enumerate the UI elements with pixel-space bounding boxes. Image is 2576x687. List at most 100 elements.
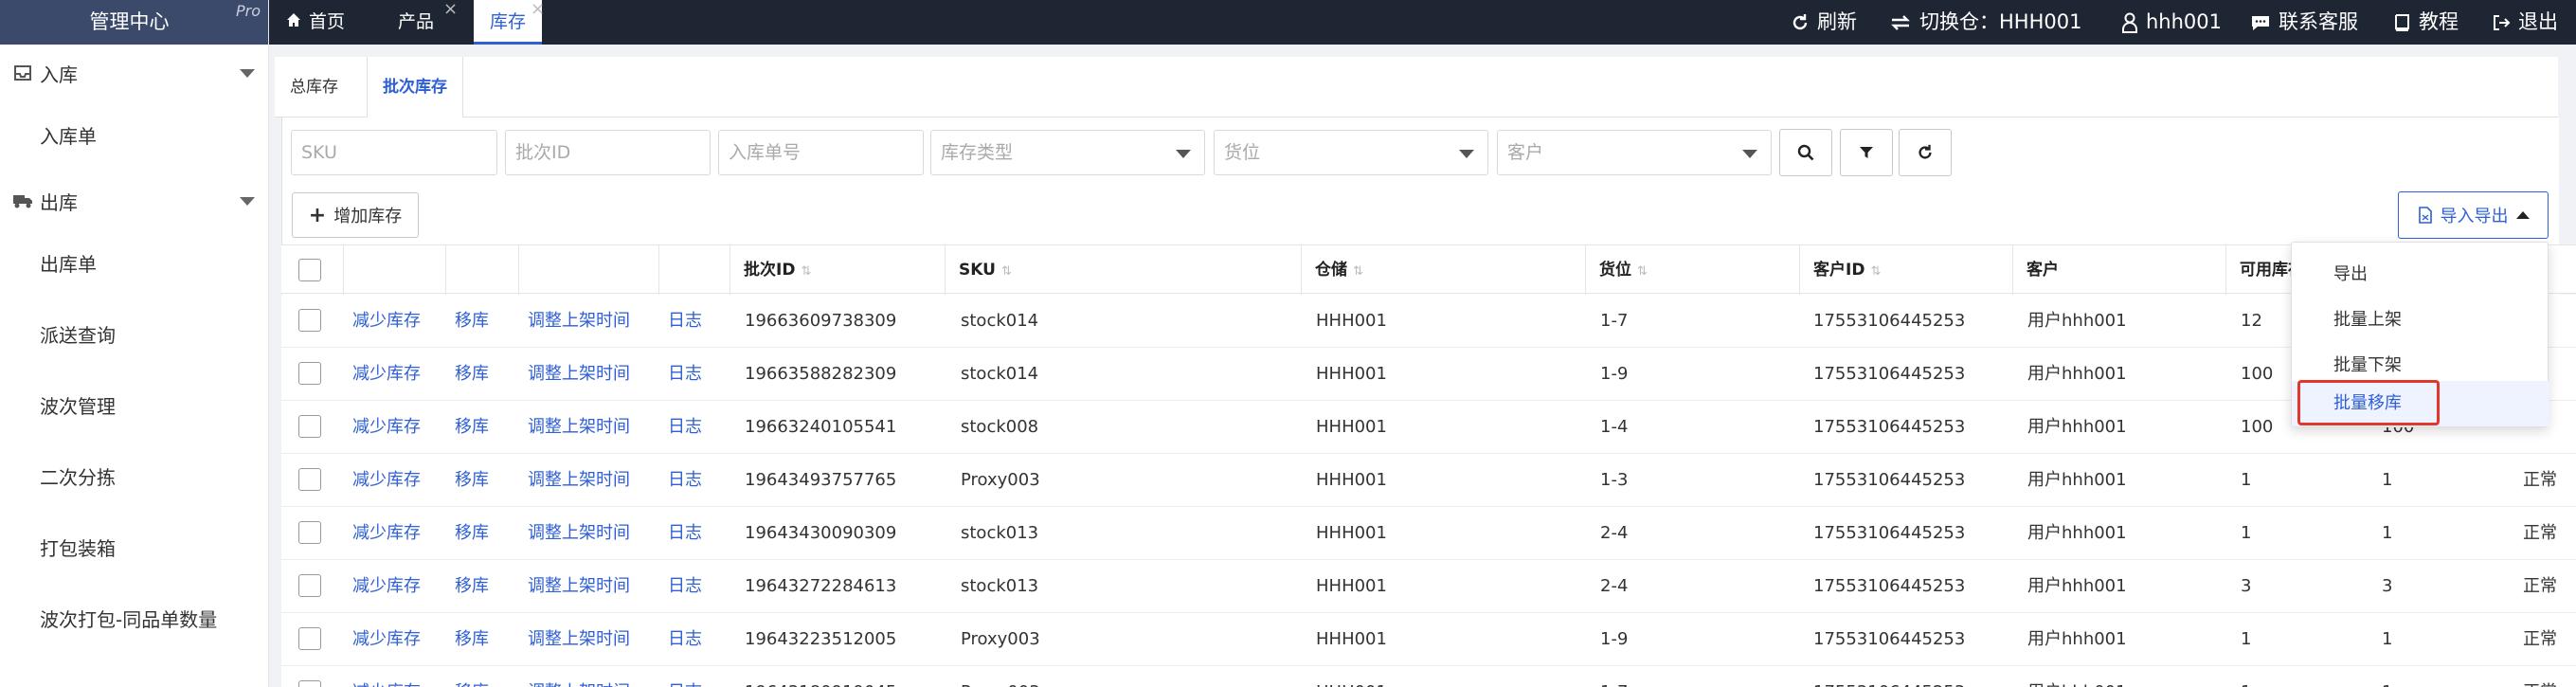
adjust-shelf-time-link[interactable]: 调整上架时间 (528, 401, 630, 454)
user-menu[interactable]: hhh001 (2121, 0, 2222, 45)
log-link[interactable]: 日志 (668, 507, 702, 560)
cell-available: 12 (2241, 311, 2262, 331)
sidebar-item-inbound-order[interactable]: 入库单 (0, 101, 268, 172)
add-inventory-label: 增加库存 (333, 207, 403, 226)
cell-batch-id: 19663609738309 (745, 311, 897, 331)
sidebar-group-inbound[interactable]: 入库 (0, 45, 268, 101)
row-checkbox[interactable] (298, 309, 321, 332)
reduce-stock-link[interactable]: 减少库存 (352, 295, 421, 348)
cell-batch-id: 19643493757765 (745, 470, 897, 490)
tab-inventory[interactable]: 库存 × (474, 0, 545, 45)
cell-location: 2-4 (1600, 576, 1629, 596)
tutorial-button[interactable]: 教程 (2392, 0, 2459, 45)
row-checkbox[interactable] (298, 415, 321, 438)
refresh-button[interactable]: 刷新 (1791, 0, 1857, 45)
adjust-shelf-time-link[interactable]: 调整上架时间 (528, 507, 630, 560)
move-stock-link[interactable]: 移库 (455, 666, 489, 687)
location-select[interactable]: 货位 (1214, 130, 1488, 175)
menu-item-export[interactable]: 导出 (2292, 252, 2549, 298)
reduce-stock-link[interactable]: 减少库存 (352, 613, 421, 666)
adjust-shelf-time-link[interactable]: 调整上架时间 (528, 295, 630, 348)
move-stock-link[interactable]: 移库 (455, 401, 489, 454)
table-row: 减少库存 移库 调整上架时间 日志 19643180919045 Proxy003 HHH0… (281, 666, 2576, 687)
log-link[interactable]: 日志 (668, 613, 702, 666)
row-checkbox[interactable] (298, 627, 321, 650)
filter-button[interactable] (1840, 129, 1893, 176)
move-stock-link[interactable]: 移库 (455, 613, 489, 666)
app-title[interactable]: 管理中心 (0, 0, 268, 45)
log-link[interactable]: 日志 (668, 401, 702, 454)
log-link[interactable]: 日志 (668, 454, 702, 507)
cell-warehouse: HHH001 (1316, 470, 1387, 490)
reset-button[interactable] (1899, 129, 1952, 176)
log-link[interactable]: 日志 (668, 666, 702, 687)
adjust-shelf-time-link[interactable]: 调整上架时间 (528, 666, 630, 687)
sidebar-item-outbound-order[interactable]: 出库单 (0, 229, 268, 300)
sidebar-item-wave-management[interactable]: 波次管理 (0, 371, 268, 443)
reduce-stock-link[interactable]: 减少库存 (352, 401, 421, 454)
select-all-checkbox[interactable] (298, 259, 321, 281)
stock-type-select[interactable]: 库存类型 (930, 130, 1205, 175)
move-stock-link[interactable]: 移库 (455, 507, 489, 560)
log-link[interactable]: 日志 (668, 295, 702, 348)
header-warehouse[interactable]: 仓储 ⇅ (1301, 245, 1585, 295)
reduce-stock-link[interactable]: 减少库存 (352, 560, 421, 613)
header-action-col (343, 245, 445, 295)
customer-select[interactable]: 客户 (1497, 130, 1772, 175)
close-icon[interactable]: × (531, 0, 545, 31)
header-sku[interactable]: SKU ⇅ (945, 245, 1301, 295)
switch-warehouse-button[interactable]: 切换仓：HHH001 (1889, 0, 2081, 45)
add-inventory-button[interactable]: + 增加库存 (292, 192, 419, 238)
cell-quantity: 1 (2382, 629, 2393, 649)
sidebar-item-delivery-query[interactable]: 派送查询 (0, 300, 268, 371)
header-customer-id[interactable]: 客户ID ⇅ (1799, 245, 2012, 295)
row-checkbox[interactable] (298, 574, 321, 597)
tab-home[interactable]: 首页 (286, 0, 345, 45)
sidebar-item-secondary-sorting[interactable]: 二次分拣 (0, 443, 268, 514)
table-row: 减少库存 移库 调整上架时间 日志 19643493757765 Proxy003 HHH0… (281, 454, 2576, 507)
adjust-shelf-time-link[interactable]: 调整上架时间 (528, 348, 630, 401)
inbound-no-filter-input[interactable]: 入库单号 (718, 130, 924, 175)
move-stock-link[interactable]: 移库 (455, 560, 489, 613)
support-button[interactable]: 联系客服 (2250, 0, 2358, 45)
close-icon[interactable]: × (443, 0, 458, 31)
row-checkbox[interactable] (298, 468, 321, 491)
row-checkbox[interactable] (298, 680, 321, 687)
move-stock-link[interactable]: 移库 (455, 454, 489, 507)
log-link[interactable]: 日志 (668, 560, 702, 613)
reduce-stock-link[interactable]: 减少库存 (352, 507, 421, 560)
header-location[interactable]: 货位 ⇅ (1585, 245, 1799, 295)
cell-batch-id: 19663240105541 (745, 417, 897, 437)
batch-id-filter-input[interactable]: 批次ID (505, 130, 711, 175)
reduce-stock-link[interactable]: 减少库存 (352, 666, 421, 687)
chevron-up-icon (2515, 211, 2530, 219)
sidebar-item-wave-packing[interactable]: 波次打包-同品单数量 (0, 585, 268, 656)
stock-type-placeholder: 库存类型 (941, 142, 1014, 163)
menu-item-batch-shelve[interactable]: 批量上架 (2292, 298, 2549, 343)
sku-filter-input[interactable]: SKU (291, 130, 497, 175)
tab-product[interactable]: 产品 × (398, 0, 458, 45)
move-stock-link[interactable]: 移库 (455, 348, 489, 401)
filter-icon (1860, 147, 1873, 158)
tab-total-inventory[interactable]: 总库存 (275, 57, 353, 118)
user-label: hhh001 (2146, 10, 2223, 33)
logout-button[interactable]: 退出 (2492, 0, 2558, 45)
cell-quantity: 1 (2382, 666, 2392, 687)
adjust-shelf-time-link[interactable]: 调整上架时间 (528, 613, 630, 666)
adjust-shelf-time-link[interactable]: 调整上架时间 (528, 454, 630, 507)
log-link[interactable]: 日志 (668, 348, 702, 401)
search-button[interactable] (1779, 129, 1832, 176)
header-batch-id[interactable]: 批次ID ⇅ (730, 245, 945, 295)
move-stock-link[interactable]: 移库 (455, 295, 489, 348)
sidebar-item-packing[interactable]: 打包装箱 (0, 514, 268, 585)
adjust-shelf-time-link[interactable]: 调整上架时间 (528, 560, 630, 613)
home-icon (286, 0, 301, 45)
reduce-stock-link[interactable]: 减少库存 (352, 454, 421, 507)
reduce-stock-link[interactable]: 减少库存 (352, 348, 421, 401)
row-checkbox[interactable] (298, 521, 321, 544)
sidebar-group-outbound[interactable]: 出库 (0, 172, 268, 229)
tab-batch-inventory[interactable]: 批次库存 (367, 57, 463, 118)
row-checkbox[interactable] (298, 362, 321, 385)
cell-sku: Proxy003 (961, 470, 1040, 490)
import-export-button[interactable]: 导入导出 (2398, 191, 2549, 239)
